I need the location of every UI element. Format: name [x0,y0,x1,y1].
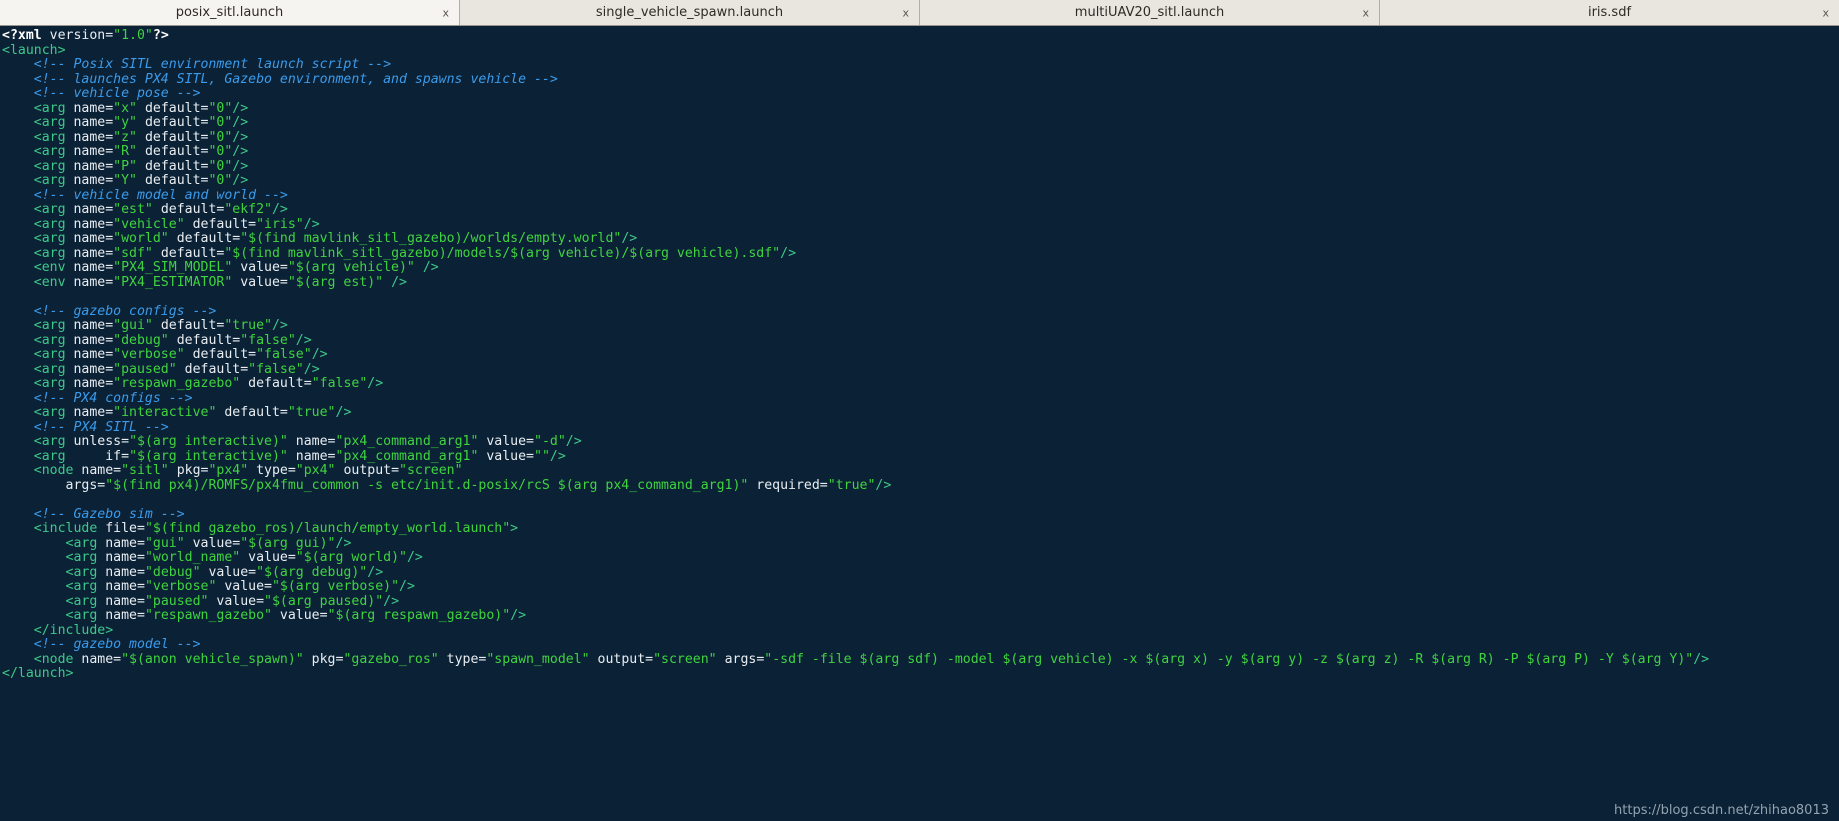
tab-bar: posix_sitl.launch x single_vehicle_spawn.l… [0,0,1839,26]
code-line: <arg name="interactive" default="true"/> [33,405,352,420]
watermark-text: https://blog.csdn.net/zhihao8013 [1614,803,1829,818]
close-icon[interactable]: x [902,7,909,18]
tab-1[interactable]: single_vehicle_spawn.launch x [460,0,920,25]
code-line: <node name="sitl" pkg="px4" type="px4" o… [33,463,463,478]
code-line: <!-- vehicle model and world --> [33,187,288,203]
code-line: </launch> [2,666,74,681]
code-line: <arg name="respawn_gazebo" default="fals… [33,376,384,391]
code-line: <arg name="R" default="0"/> [33,144,249,159]
code-line: <arg name="sdf" default="$(find mavlink_… [33,245,797,261]
code-editor[interactable]: <?xml version="1.0"?> <launch> <!-- Posix… [0,26,1839,821]
close-icon[interactable]: x [1822,7,1829,18]
code-line: <arg name="debug" value="$(arg debug)"/> [65,564,384,580]
code-line: <env name="PX4_SIM_MODEL" value="$(arg v… [33,260,439,275]
tab-label: posix_sitl.launch [175,5,284,20]
tab-label: iris.sdf [1587,5,1632,20]
code-line: <arg unless="$(arg interactive)" name="p… [33,434,582,449]
code-content[interactable]: <?xml version="1.0"?> <launch> <!-- Posix… [0,28,1839,682]
code-line: <arg name="verbose" value="$(arg verbose… [65,579,415,594]
code-line: <launch> [2,42,66,58]
code-line: <!-- PX4 SITL --> [33,419,169,435]
code-line: <arg name="verbose" default="false"/> [33,347,328,362]
code-line: <?xml version="1.0"?> [2,28,169,43]
code-line: <arg name="y" default="0"/> [33,115,249,130]
code-line: <!-- gazebo configs --> [33,303,217,319]
code-line: <!-- Posix SITL environment launch scrip… [33,57,392,72]
code-line: <!-- launches PX4 SITL, Gazebo environme… [33,71,558,87]
code-line: <arg name="paused" default="false"/> [33,361,320,377]
code-line: <arg name="gui" default="true"/> [33,318,288,333]
code-line: <!-- PX4 configs --> [33,390,193,406]
code-line: <include file="$(find gazebo_ros)/launch… [33,521,519,536]
code-line: <arg name="debug" default="false"/> [33,332,312,348]
code-line: <arg name="gui" value="$(arg gui)"/> [65,535,352,551]
code-line: <!-- vehicle pose --> [33,86,201,101]
code-line: <arg name="z" default="0"/> [33,129,249,145]
tab-2[interactable]: multiUAV20_sitl.launch x [920,0,1380,25]
close-icon[interactable]: x [442,7,449,18]
tab-label: single_vehicle_spawn.launch [595,5,784,20]
code-line: <arg name="Y" default="0"/> [33,173,249,188]
code-line: <arg name="world_name" value="$(arg worl… [65,550,423,565]
tab-0[interactable]: posix_sitl.launch x [0,0,460,25]
code-line: <arg name="respawn_gazebo" value="$(arg … [65,608,527,623]
code-line: args="$(find px4)/ROMFS/px4fmu_common -s… [2,477,892,493]
code-line: <!-- Gazebo sim --> [33,506,185,522]
tab-label: multiUAV20_sitl.launch [1074,5,1225,20]
code-line: <env name="PX4_ESTIMATOR" value="$(arg e… [33,274,407,290]
code-line: <node name="$(anon vehicle_spawn)" pkg="… [33,651,1710,667]
code-line: <arg name="est" default="ekf2"/> [33,202,288,217]
code-line: <arg name="world" default="$(find mavlin… [33,231,638,246]
code-line: <arg name="paused" value="$(arg paused)"… [65,593,400,609]
code-line: <arg name="P" default="0"/> [33,158,249,174]
code-line: <arg name="x" default="0"/> [33,100,249,116]
code-line: <arg name="vehicle" default="iris"/> [33,216,320,232]
code-line: <!-- gazebo model --> [33,637,201,652]
close-icon[interactable]: x [1362,7,1369,18]
code-line: <arg if="$(arg interactive)" name="px4_c… [33,448,566,464]
tab-3[interactable]: iris.sdf x [1380,0,1839,25]
code-line: </include> [33,622,114,638]
